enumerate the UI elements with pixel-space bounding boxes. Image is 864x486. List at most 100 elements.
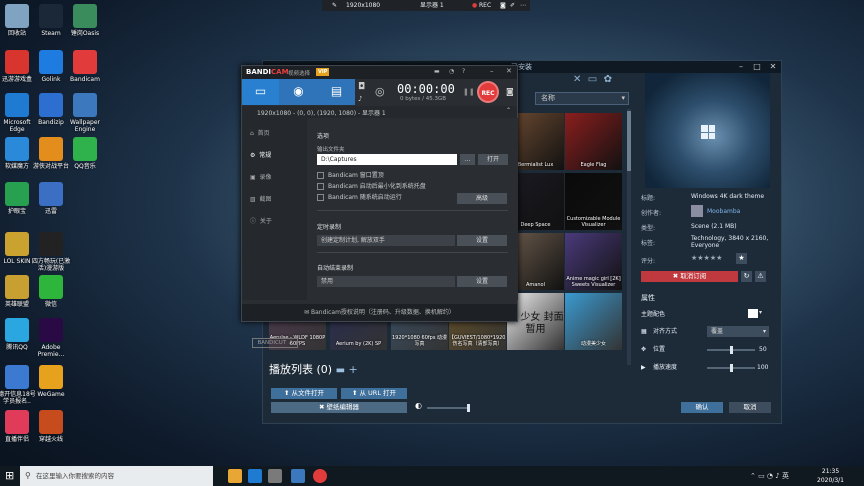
- rec-monitor[interactable]: 显示器 1: [420, 0, 444, 11]
- pin-icon[interactable]: ✎: [332, 0, 337, 11]
- start-icon[interactable]: ⊞: [5, 469, 14, 482]
- sort-dropdown[interactable]: 名称 ▾: [535, 92, 629, 105]
- desktop-icon[interactable]: 穿越火线: [31, 410, 71, 443]
- minimize-icon[interactable]: –: [733, 61, 749, 73]
- camera-icon[interactable]: ◙: [500, 0, 506, 11]
- advanced-button[interactable]: 高级: [457, 193, 507, 204]
- pencil-icon[interactable]: ✐: [510, 0, 515, 11]
- desktop-icon[interactable]: QQ音乐: [65, 137, 105, 170]
- position-label: 位置: [653, 346, 666, 353]
- mic-icon[interactable]: ♪: [358, 95, 362, 103]
- plus-icon[interactable]: +: [349, 363, 358, 376]
- bandicam-icon[interactable]: [313, 469, 327, 483]
- app-icon: [39, 93, 63, 117]
- vip-badge[interactable]: VIP: [316, 68, 330, 76]
- desktop-icon[interactable]: 锤岗Oasis: [65, 4, 105, 37]
- warning-icon[interactable]: ⚠: [755, 271, 766, 282]
- tools-icon[interactable]: ✕: [573, 74, 581, 85]
- close-icon[interactable]: ✕: [506, 67, 512, 75]
- nav-about[interactable]: ⓘ 关于: [250, 216, 272, 225]
- maximize-icon[interactable]: □: [749, 61, 765, 73]
- open-url-button[interactable]: ⬆ 从 URL 打开: [341, 388, 407, 399]
- app-icon: [5, 365, 29, 389]
- output-folder-field[interactable]: D:\Captures: [317, 154, 457, 165]
- minimize-tray-checkbox[interactable]: Bandicam 启动后最小化到系统托盘: [317, 181, 426, 190]
- pause-icon[interactable]: ❚❚: [463, 88, 475, 96]
- gear-icon[interactable]: ✿: [604, 74, 612, 85]
- favorite-star-button[interactable]: ★: [736, 253, 747, 264]
- scroll-thumb[interactable]: [627, 111, 631, 171]
- wallpaper-tile[interactable]: Anime magic girl [2K] Sweets Visualizer: [565, 233, 622, 290]
- wallpaper-tile[interactable]: 动漫美少女: [565, 293, 622, 350]
- desktop-icon[interactable]: 微信: [31, 275, 71, 308]
- desktop-icon[interactable]: Bandicam: [65, 50, 105, 83]
- wallpaper-tile[interactable]: 1920*1080 60fps 动漫写真: [391, 321, 448, 350]
- desktop-icon[interactable]: 四方畅玩(已激活)漫游版: [31, 232, 71, 272]
- wallpaper-tile[interactable]: Eagle Flag: [565, 113, 622, 170]
- screen-mode-icon[interactable]: ▭: [242, 79, 279, 105]
- speaker-icon[interactable]: ◎: [375, 85, 385, 98]
- position-slider[interactable]: [707, 346, 755, 354]
- wallpaper-tile[interactable]: 【GUVIEST/1080*1920】 伤名写真（清部写真）: [449, 321, 506, 350]
- desktop-icon[interactable]: Wallpaper Engine: [65, 93, 105, 133]
- wallpaper-tile[interactable]: Aerium by (2K) SP: [330, 321, 387, 350]
- author-name[interactable]: Moobamba: [707, 208, 740, 215]
- author-label: 创作者:: [641, 210, 662, 217]
- clock[interactable]: 21:35 2020/3/1: [817, 467, 844, 485]
- app-icon: [39, 232, 63, 256]
- browse-button[interactable]: ...: [460, 154, 475, 165]
- refresh-icon[interactable]: ↻: [741, 271, 752, 282]
- open-file-button[interactable]: ⬆ 从文件打开: [271, 388, 337, 399]
- bandicut-button[interactable]: BANDICUT ↗: [252, 338, 298, 348]
- confirm-button[interactable]: 确认: [681, 402, 723, 413]
- webcam-icon[interactable]: ◘: [358, 82, 365, 92]
- edge-icon[interactable]: [248, 469, 262, 483]
- nav-image[interactable]: ▧ 截图: [250, 194, 272, 203]
- align-dropdown[interactable]: 覆盖 ▾: [707, 326, 769, 337]
- search-input[interactable]: ⚲ 在这里输入你要搜索的内容: [20, 466, 213, 486]
- desktop-icon-label: WeGame: [37, 391, 65, 398]
- device-mode-icon[interactable]: ▤: [318, 79, 355, 105]
- speed-slider[interactable]: [707, 364, 755, 372]
- wallpaper-engine-icon[interactable]: [291, 469, 305, 483]
- topmost-checkbox[interactable]: Bandicam 窗口置顶: [317, 170, 384, 179]
- desktop-icon[interactable]: Adobe Premie...: [31, 318, 71, 358]
- clock-icon[interactable]: ◔: [449, 68, 454, 75]
- author-avatar[interactable]: [691, 205, 703, 217]
- game-mode-icon[interactable]: ◉: [280, 79, 317, 105]
- desktop-icon-label: 穿越火线: [38, 436, 63, 443]
- chevron-up-icon[interactable]: ⌃: [506, 107, 511, 114]
- minimize-icon[interactable]: –: [490, 67, 494, 75]
- chevron-down-icon[interactable]: ▾: [759, 309, 762, 316]
- tray-icons[interactable]: ⌃ ▭ ◔ ♪ 英: [750, 471, 789, 481]
- color-swatch[interactable]: [748, 309, 758, 318]
- timer-settings-button[interactable]: 设置: [457, 235, 507, 246]
- cancel-button[interactable]: 取消: [729, 402, 771, 413]
- camera-icon[interactable]: ◙: [506, 87, 514, 96]
- license-link[interactable]: ✉ Bandicam授权说明（注册码、升级数据、换机解约）: [242, 304, 517, 321]
- folder-icon[interactable]: ▬: [336, 365, 345, 376]
- autostart-checkbox[interactable]: Bandicam 随系统启动运行: [317, 192, 402, 201]
- volume-slider[interactable]: [427, 404, 470, 412]
- open-folder-button[interactable]: 打开: [478, 154, 508, 165]
- store-icon[interactable]: [268, 469, 282, 483]
- desktop-icon[interactable]: WeGame: [31, 365, 71, 398]
- nav-general[interactable]: ⚙ 常规: [250, 150, 271, 159]
- wallpaper-editor-button[interactable]: ✖ 壁纸编辑器: [271, 402, 407, 413]
- display-icon[interactable]: ▭: [588, 74, 597, 85]
- nav-video[interactable]: ▣ 录像: [250, 172, 272, 181]
- unsubscribe-button[interactable]: ✖ 取消订阅: [641, 271, 738, 282]
- nav-home[interactable]: ⌂ 首页: [250, 128, 270, 137]
- explorer-icon[interactable]: [228, 469, 242, 483]
- wallpaper-tile[interactable]: Customizable Module Visualizer: [565, 173, 622, 230]
- more-icon[interactable]: ⋯: [520, 0, 526, 11]
- rec-label[interactable]: REC: [479, 0, 491, 11]
- rec-button[interactable]: REC: [477, 81, 499, 103]
- autostop-settings-button[interactable]: 设置: [457, 276, 507, 287]
- desktop-icon[interactable]: 迅雷: [31, 182, 71, 215]
- help-icon[interactable]: ?: [462, 68, 465, 75]
- tags-label: 标签:: [641, 240, 656, 247]
- grid-scrollbar[interactable]: [627, 109, 631, 365]
- close-icon[interactable]: ✕: [765, 61, 781, 73]
- folder-icon[interactable]: ▬: [434, 68, 440, 75]
